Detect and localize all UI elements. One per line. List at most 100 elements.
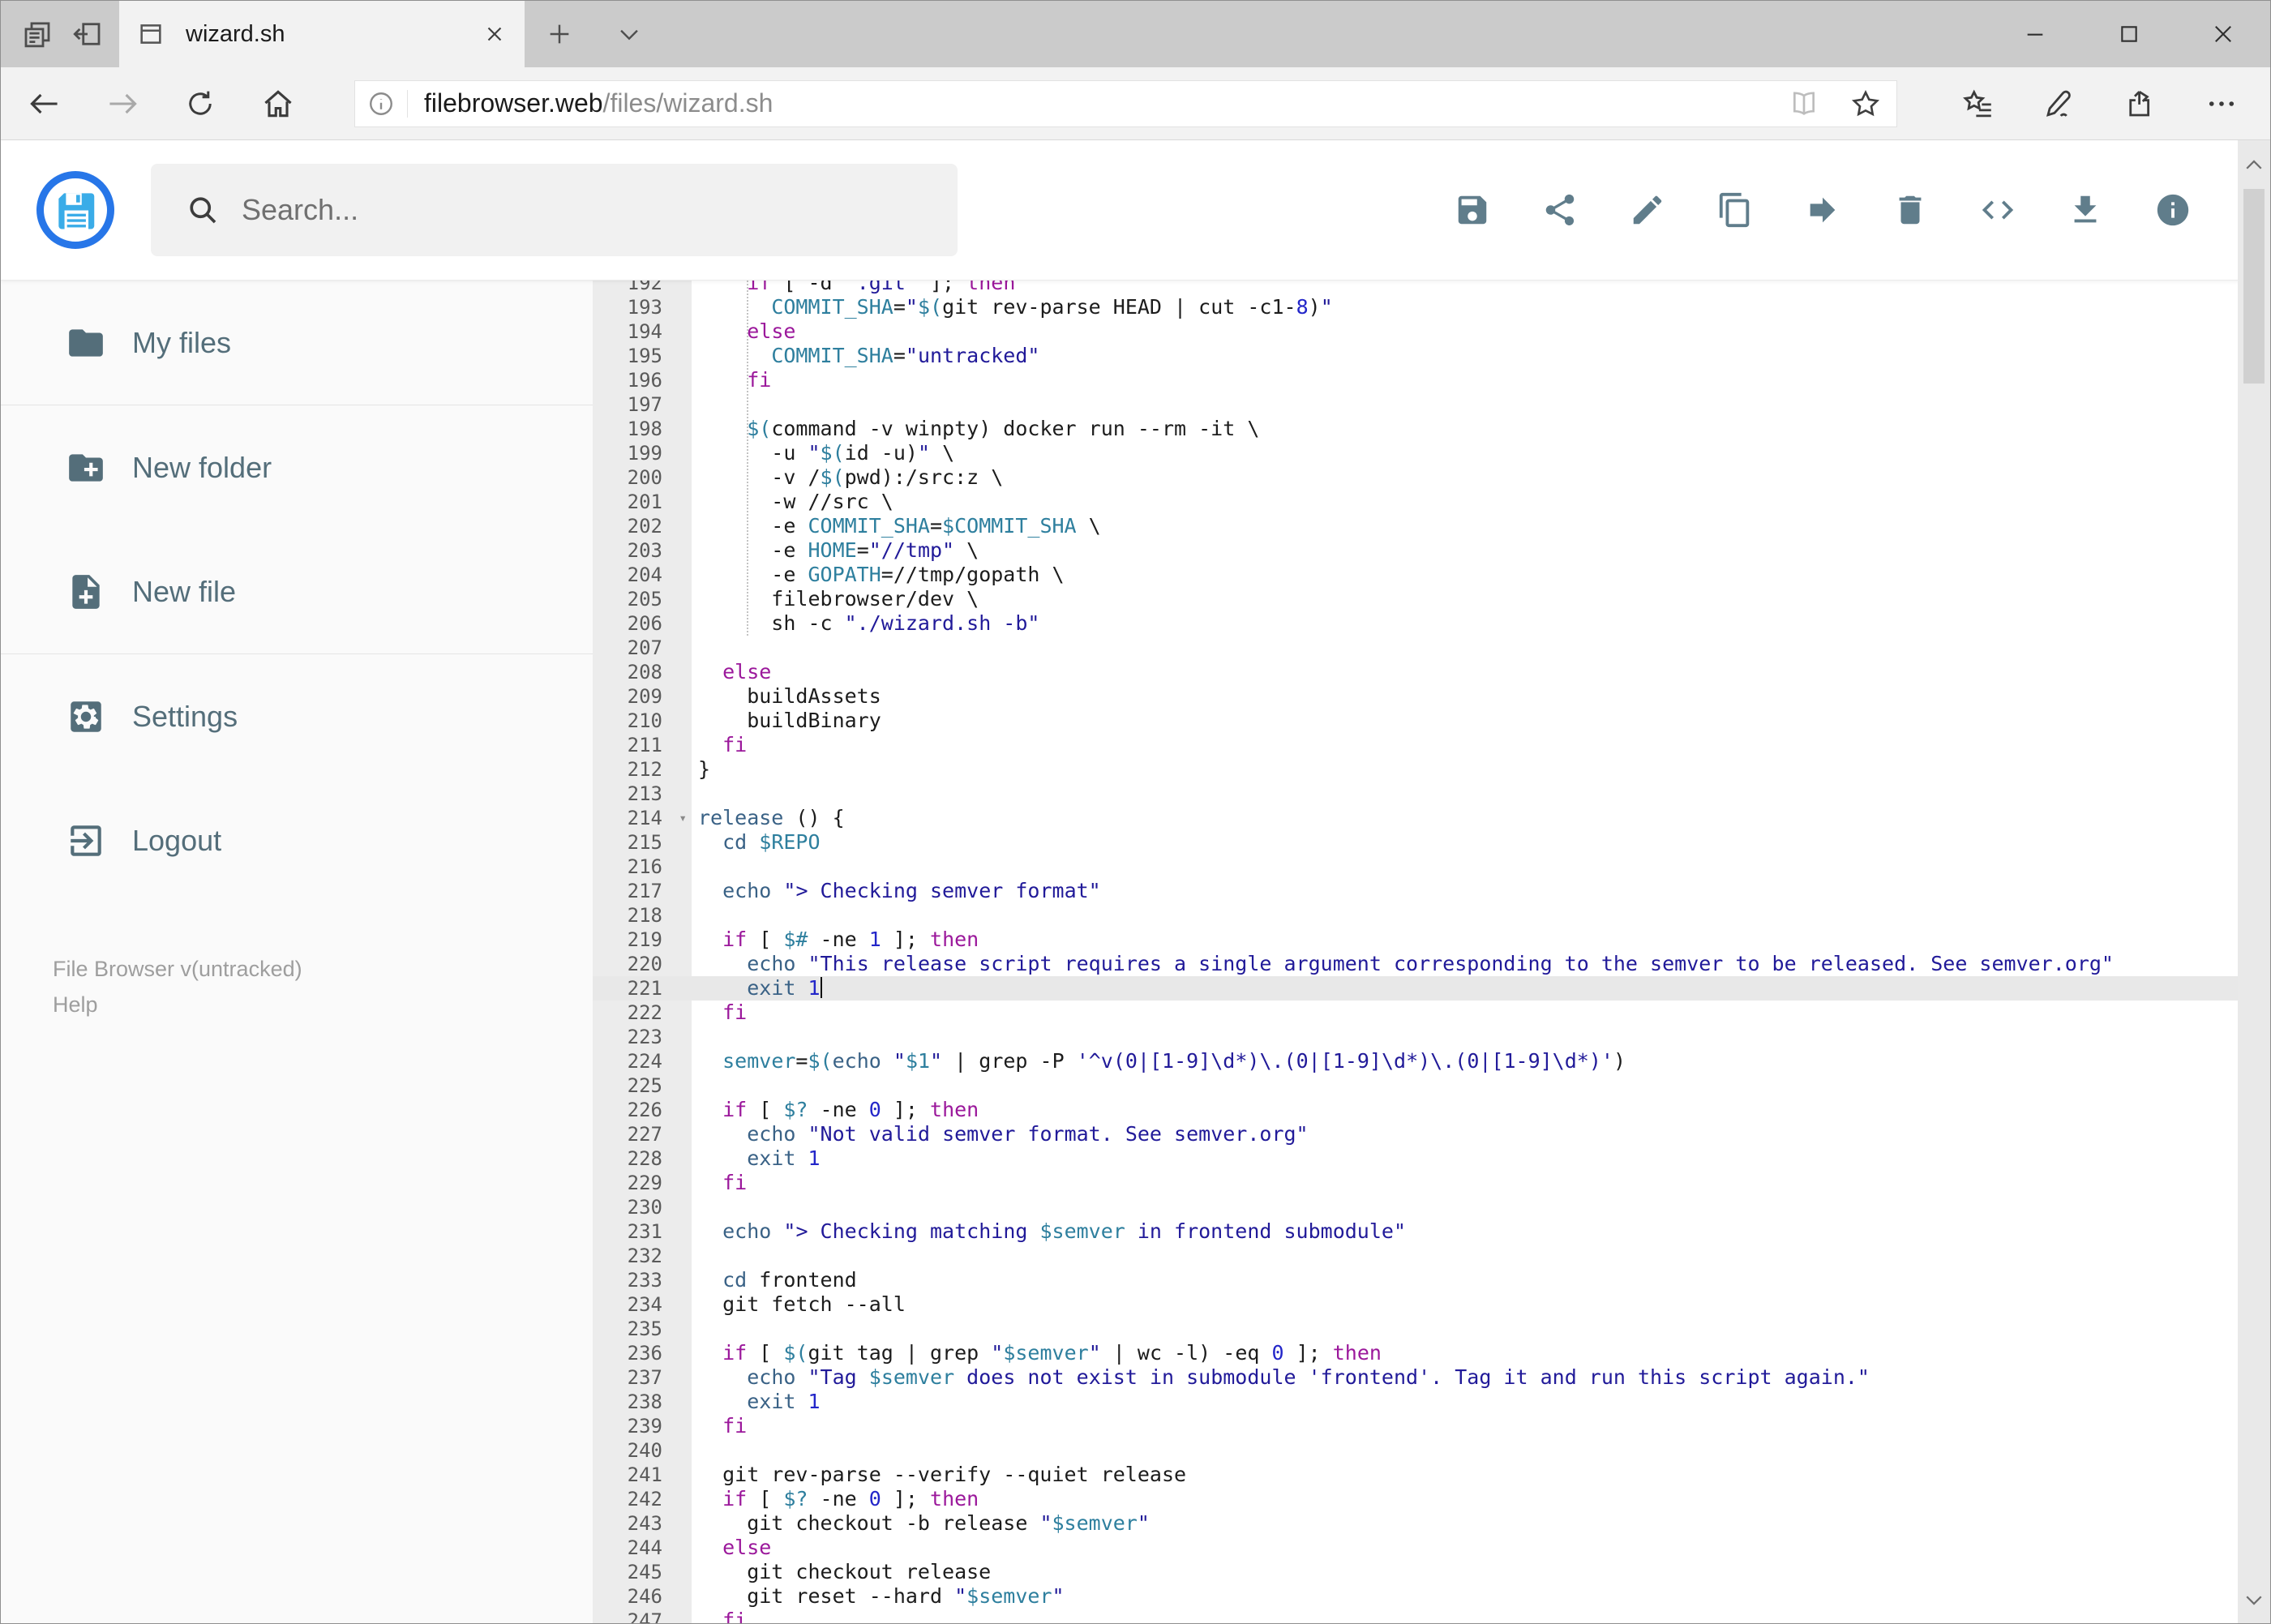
code-line[interactable]: 202 -e COMMIT_SHA=$COMMIT_SHA \	[593, 514, 2270, 538]
code-line[interactable]: 207	[593, 636, 2270, 660]
code-line[interactable]: 236 if [ $(git tag | grep "$semver" | wc…	[593, 1341, 2270, 1365]
back-button[interactable]	[6, 67, 84, 140]
sidebar-item-logout[interactable]: Logout	[1, 778, 593, 902]
code-line[interactable]: 222 fi	[593, 1001, 2270, 1025]
code-line[interactable]: 247 fi	[593, 1609, 2270, 1623]
help-link[interactable]: Help	[53, 987, 593, 1022]
share-button[interactable]	[1541, 191, 1579, 229]
code-line[interactable]: 234 git fetch --all	[593, 1292, 2270, 1317]
code-line[interactable]: 212}	[593, 757, 2270, 782]
add-favorite-star-icon[interactable]	[1835, 88, 1896, 120]
code-line[interactable]: 195 COMMIT_SHA="untracked"	[593, 344, 2270, 368]
code-line[interactable]: 225	[593, 1073, 2270, 1098]
scroll-down-icon[interactable]	[2238, 1581, 2270, 1618]
tab-preview-chevron-icon[interactable]	[594, 1, 664, 67]
filebrowser-logo-icon[interactable]	[36, 171, 114, 249]
scroll-up-icon[interactable]	[2238, 147, 2270, 184]
sidebar-item-my-files[interactable]: My files	[1, 281, 593, 405]
code-button[interactable]	[1979, 191, 2016, 229]
new-tab-button[interactable]	[525, 1, 594, 67]
code-line[interactable]: 204 -e GOPATH=//tmp/gopath \	[593, 563, 2270, 587]
site-info-icon[interactable]	[355, 89, 407, 118]
code-line[interactable]: 237 echo "Tag $semver does not exist in …	[593, 1365, 2270, 1390]
share-page-button[interactable]	[2100, 67, 2181, 140]
favorites-hub-button[interactable]	[1938, 67, 2019, 140]
code-line[interactable]: 238 exit 1	[593, 1390, 2270, 1414]
code-line[interactable]: 240	[593, 1438, 2270, 1463]
window-close-button[interactable]	[2176, 1, 2270, 67]
code-line[interactable]: 231 echo "> Checking matching $semver in…	[593, 1219, 2270, 1244]
reading-view-icon[interactable]	[1773, 88, 1835, 120]
code-line[interactable]: 239 fi	[593, 1414, 2270, 1438]
code-line[interactable]: 224 semver=$(echo "$1" | grep -P '^v(0|[…	[593, 1049, 2270, 1073]
page-scrollbar[interactable]	[2238, 140, 2270, 1623]
scrollbar-thumb[interactable]	[2243, 189, 2265, 384]
code-line[interactable]: 201 -w //src \	[593, 490, 2270, 514]
code-line[interactable]: 223	[593, 1025, 2270, 1049]
code-line[interactable]: 198 $(command -v winpty) docker run --rm…	[593, 417, 2270, 441]
sidebar-item-settings[interactable]: Settings	[1, 654, 593, 778]
code-line[interactable]: 221 exit 1	[593, 976, 2270, 1001]
edit-button[interactable]	[1629, 191, 1666, 229]
code-line[interactable]: 200 -v /$(pwd):/src:z \	[593, 465, 2270, 490]
forward-button[interactable]	[84, 67, 161, 140]
code-line[interactable]: 246 git reset --hard "$semver"	[593, 1584, 2270, 1609]
code-line[interactable]: 216	[593, 855, 2270, 879]
sidebar-item-new-folder[interactable]: New folder	[1, 405, 593, 529]
code-line[interactable]: 197	[593, 392, 2270, 417]
code-line[interactable]: 192 if [ -d ".git" ]; then	[593, 281, 2270, 295]
refresh-button[interactable]	[161, 67, 239, 140]
code-line[interactable]: 229 fi	[593, 1171, 2270, 1195]
code-line[interactable]: 209 buildAssets	[593, 684, 2270, 709]
code-line[interactable]: 233 cd frontend	[593, 1268, 2270, 1292]
code-line[interactable]: 213	[593, 782, 2270, 806]
fold-marker-icon[interactable]: ▾	[679, 806, 687, 830]
move-button[interactable]	[1804, 191, 1841, 229]
code-line[interactable]: 219 if [ $# -ne 1 ]; then	[593, 928, 2270, 952]
code-line[interactable]: 214 ▾ release () {	[593, 806, 2270, 830]
code-line[interactable]: 227 echo "Not valid semver format. See s…	[593, 1122, 2270, 1146]
code-line[interactable]: 235	[593, 1317, 2270, 1341]
search-bar[interactable]: Search...	[151, 164, 958, 256]
ink-pen-button[interactable]	[2019, 67, 2100, 140]
save-button[interactable]	[1454, 191, 1491, 229]
code-line[interactable]: 241 git rev-parse --verify --quiet relea…	[593, 1463, 2270, 1487]
code-line[interactable]: 232	[593, 1244, 2270, 1268]
code-line[interactable]: 194 else	[593, 319, 2270, 344]
home-button[interactable]	[239, 67, 317, 140]
code-line[interactable]: 203 -e HOME="//tmp" \	[593, 538, 2270, 563]
code-line[interactable]: 193 COMMIT_SHA="$(git rev-parse HEAD | c…	[593, 295, 2270, 319]
code-line[interactable]: 226 if [ $? -ne 0 ]; then	[593, 1098, 2270, 1122]
code-line[interactable]: 220 echo "This release script requires a…	[593, 952, 2270, 976]
code-line[interactable]: 230	[593, 1195, 2270, 1219]
code-line[interactable]: 211 fi	[593, 733, 2270, 757]
code-line[interactable]: 206 sh -c "./wizard.sh -b"	[593, 611, 2270, 636]
code-line[interactable]: 196 fi	[593, 368, 2270, 392]
code-line[interactable]: 218	[593, 903, 2270, 928]
code-line[interactable]: 242 if [ $? -ne 0 ]; then	[593, 1487, 2270, 1511]
code-line[interactable]: 244 else	[593, 1536, 2270, 1560]
info-button[interactable]	[2154, 191, 2192, 229]
copy-button[interactable]	[1716, 191, 1754, 229]
tab-close-icon[interactable]	[482, 22, 507, 46]
more-options-button[interactable]	[2181, 67, 2262, 140]
code-line[interactable]: 243 git checkout -b release "$semver"	[593, 1511, 2270, 1536]
code-line[interactable]: 210 buildBinary	[593, 709, 2270, 733]
code-line[interactable]: 199 -u "$(id -u)" \	[593, 441, 2270, 465]
sidebar-item-new-file[interactable]: New file	[1, 529, 593, 653]
window-minimize-button[interactable]	[1988, 1, 2082, 67]
set-tabs-aside-button[interactable]	[62, 1, 113, 67]
window-maximize-button[interactable]	[2082, 1, 2176, 67]
download-button[interactable]	[2067, 191, 2104, 229]
code-editor[interactable]: 192 if [ -d ".git" ]; then 193 COMMIT_SHA…	[593, 281, 2270, 1623]
code-line[interactable]: 215 cd $REPO	[593, 830, 2270, 855]
url-bar[interactable]: filebrowser.web/files/wizard.sh	[354, 79, 1897, 127]
code-line[interactable]: 208 else	[593, 660, 2270, 684]
browser-tab[interactable]: wizard.sh	[119, 1, 525, 67]
delete-button[interactable]	[1892, 191, 1929, 229]
code-line[interactable]: 217 echo "> Checking semver format"	[593, 879, 2270, 903]
code-line[interactable]: 228 exit 1	[593, 1146, 2270, 1171]
tabs-preview-button[interactable]	[12, 1, 62, 67]
code-line[interactable]: 245 git checkout release	[593, 1560, 2270, 1584]
code-line[interactable]: 205 filebrowser/dev \	[593, 587, 2270, 611]
